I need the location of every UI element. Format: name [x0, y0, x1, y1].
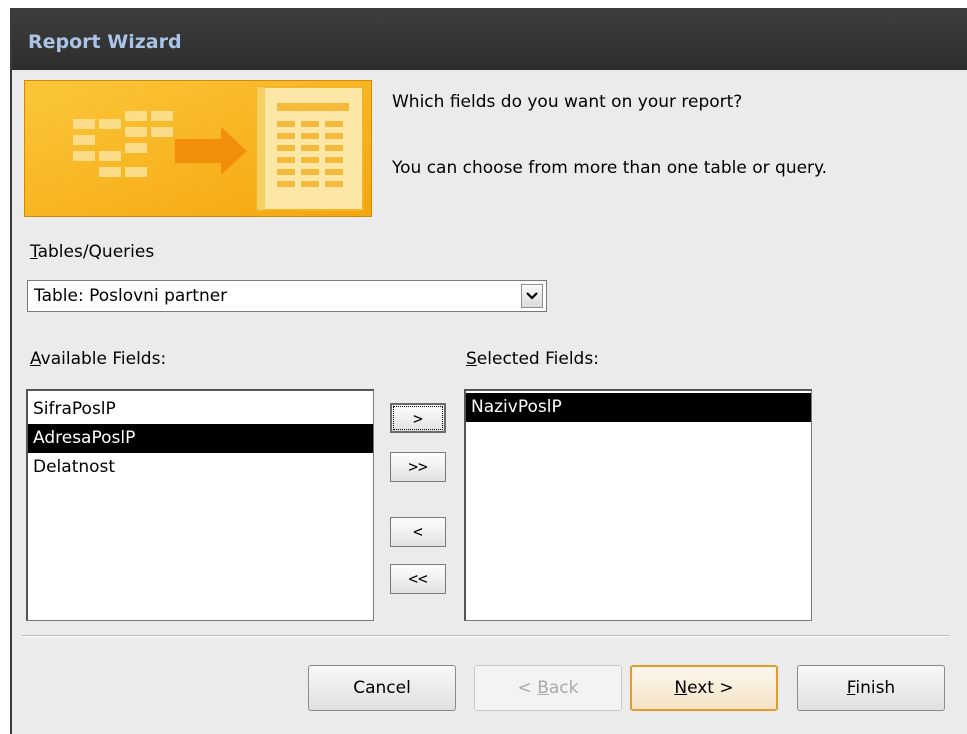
- tables-queries-combobox[interactable]: Table: Poslovni partner: [27, 280, 547, 312]
- finish-button[interactable]: Finish: [797, 665, 945, 711]
- selected-fields-label: Selected Fields:: [466, 349, 599, 369]
- cancel-button[interactable]: Cancel: [308, 665, 456, 711]
- window-title: Report Wizard: [28, 31, 182, 53]
- chevron-down-icon[interactable]: [521, 284, 543, 308]
- available-fields-listbox[interactable]: SifraPoslP AdresaPoslP Delatnost: [26, 389, 374, 621]
- remove-all-fields-button[interactable]: <<: [390, 564, 446, 594]
- wizard-banner-illustration: [24, 80, 372, 217]
- add-field-button[interactable]: >: [390, 403, 446, 433]
- remove-field-button[interactable]: <: [390, 517, 446, 547]
- back-button[interactable]: < Back: [474, 665, 622, 711]
- wizard-hint: You can choose from more than one table …: [392, 158, 828, 178]
- tables-queries-label: Tables/Queries: [30, 242, 155, 262]
- wizard-question: Which fields do you want on your report?: [392, 92, 743, 112]
- available-fields-label: Available Fields:: [30, 349, 167, 369]
- title-bar[interactable]: Report Wizard: [12, 8, 967, 70]
- available-field-item[interactable]: Delatnost: [28, 453, 373, 482]
- selected-fields-listbox[interactable]: NazivPoslP: [464, 389, 812, 621]
- tables-queries-value: Table: Poslovni partner: [34, 286, 228, 306]
- next-button[interactable]: Next >: [630, 665, 778, 711]
- selected-field-item[interactable]: NazivPoslP: [466, 393, 811, 422]
- add-all-fields-button[interactable]: >>: [390, 452, 446, 482]
- available-field-item[interactable]: AdresaPoslP: [28, 424, 373, 453]
- available-field-item[interactable]: SifraPoslP: [28, 395, 373, 424]
- button-divider: [22, 635, 950, 637]
